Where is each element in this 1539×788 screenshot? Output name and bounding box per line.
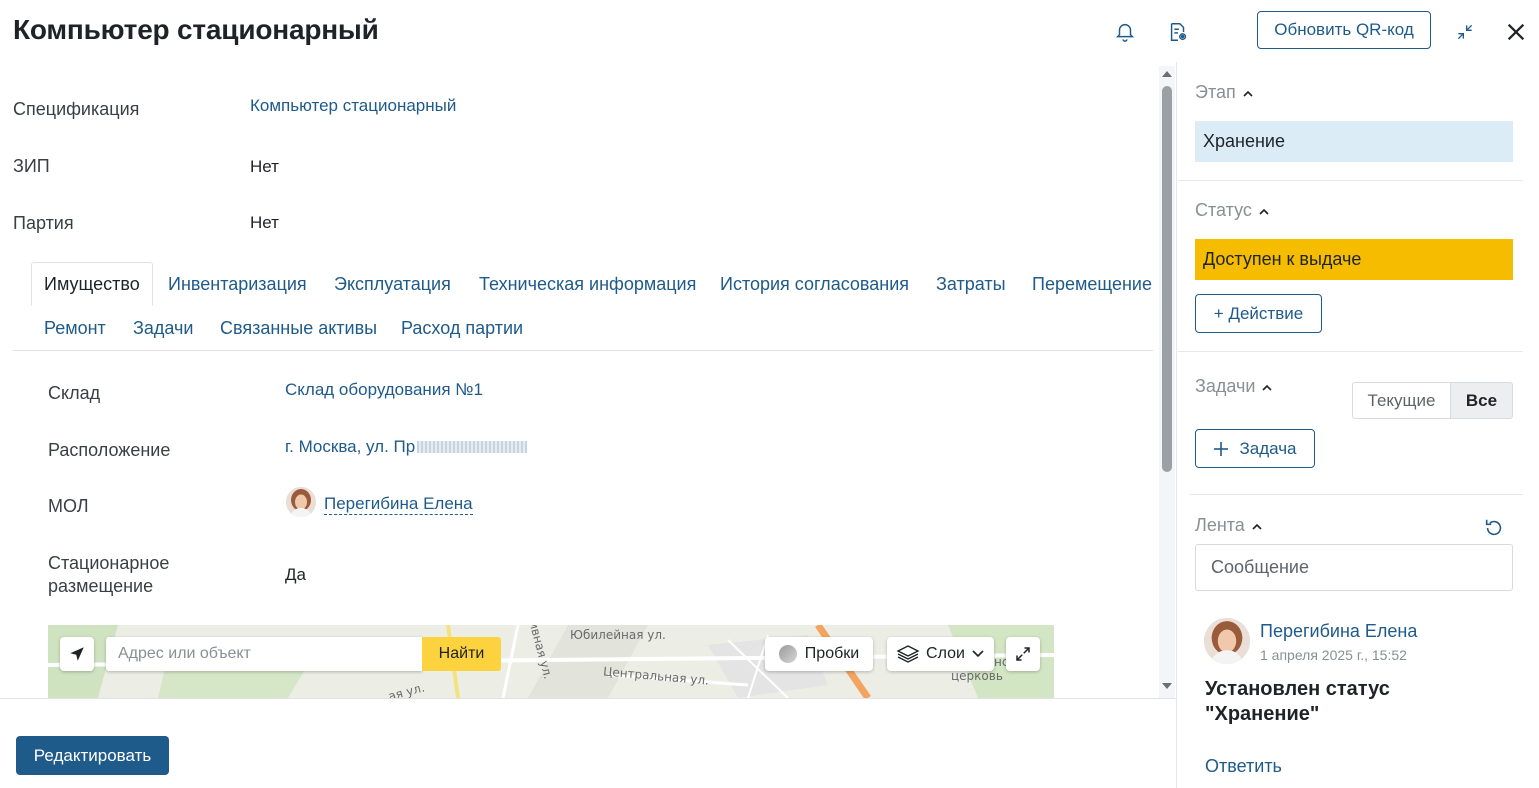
- collapse-icon[interactable]: [1453, 20, 1477, 44]
- redacted-text: [417, 441, 528, 453]
- expand-icon: [1016, 647, 1030, 661]
- avatar: [1204, 618, 1250, 664]
- feed-post-text: Установлен статус "Хранение": [1205, 678, 1390, 725]
- update-qr-button[interactable]: Обновить QR-код: [1257, 11, 1431, 49]
- location-value[interactable]: г. Москва, ул. Пр: [285, 437, 528, 457]
- layers-icon: [896, 645, 920, 663]
- close-icon[interactable]: [1504, 20, 1528, 44]
- feed-section-toggle[interactable]: Лента: [1195, 515, 1263, 536]
- footer-divider: [0, 698, 1176, 699]
- scroll-up-arrow[interactable]: [1160, 68, 1174, 80]
- tab-repair[interactable]: Ремонт: [44, 318, 106, 339]
- fullscreen-button[interactable]: [1006, 637, 1040, 671]
- scrollbar-thumb[interactable]: [1162, 86, 1172, 472]
- feed-author-link[interactable]: Перегибина Елена: [1260, 621, 1417, 642]
- location-label: Расположение: [48, 440, 171, 460]
- batch-value: Нет: [250, 213, 279, 232]
- status-badge: Доступен к выдаче: [1195, 239, 1513, 280]
- chevron-up-icon: [1243, 90, 1253, 97]
- layers-button[interactable]: Слои: [887, 637, 994, 671]
- status-section-toggle[interactable]: Статус: [1195, 200, 1270, 221]
- separator: [1178, 180, 1523, 181]
- chevron-up-icon: [1259, 208, 1269, 215]
- add-task-button[interactable]: Задача: [1195, 429, 1315, 468]
- refresh-icon[interactable]: [1482, 516, 1506, 540]
- tab-approval-history[interactable]: История согласования: [720, 274, 909, 295]
- tabs-divider: [13, 350, 1153, 351]
- zip-value: Нет: [250, 157, 279, 176]
- mol-user-link[interactable]: Перегибина Елена: [324, 494, 473, 515]
- stage-section-toggle[interactable]: Этап: [1195, 82, 1254, 103]
- separator: [1178, 351, 1523, 352]
- map-search-input[interactable]: [106, 637, 422, 671]
- scroll-down-arrow[interactable]: [1160, 680, 1174, 692]
- navigation-arrow-icon: [70, 647, 84, 661]
- warehouse-link[interactable]: Склад оборудования №1: [285, 380, 483, 400]
- tab-movement[interactable]: Перемещение: [1032, 274, 1152, 295]
- geolocation-button[interactable]: [60, 637, 94, 671]
- tasks-filter-current[interactable]: Текущие: [1352, 382, 1451, 419]
- tab-costs[interactable]: Затраты: [936, 274, 1006, 295]
- message-input[interactable]: [1195, 544, 1513, 591]
- add-action-button[interactable]: + Действие: [1195, 294, 1322, 333]
- feed-post-date: 1 апреля 2025 г., 15:52: [1260, 647, 1407, 663]
- bell-icon[interactable]: [1113, 20, 1137, 44]
- map[interactable]: Юбилейная ул. Центральная ул. ивная ул. …: [48, 625, 1054, 698]
- sidebar-divider: [1176, 62, 1177, 788]
- tab-property[interactable]: Имущество: [31, 262, 153, 306]
- chevron-down-icon: [972, 650, 984, 658]
- edit-button[interactable]: Редактировать: [16, 736, 169, 775]
- document-settings-icon[interactable]: [1166, 20, 1190, 44]
- tasks-filter-all[interactable]: Все: [1450, 382, 1513, 419]
- tab-operation[interactable]: Эксплуатация: [334, 274, 451, 295]
- separator: [1190, 494, 1523, 495]
- warehouse-label: Склад: [48, 383, 101, 403]
- tab-tasks[interactable]: Задачи: [133, 318, 193, 339]
- zip-label: ЗИП: [13, 156, 50, 176]
- stationary-label: Стационарное размещение: [48, 553, 170, 596]
- mol-label: МОЛ: [48, 496, 89, 516]
- batch-label: Партия: [13, 213, 74, 233]
- tasks-section-toggle[interactable]: Задачи: [1195, 376, 1273, 397]
- page-title: Компьютер стационарный: [13, 14, 379, 45]
- spec-link[interactable]: Компьютер стационарный: [250, 96, 456, 116]
- avatar: [286, 487, 316, 517]
- map-find-button[interactable]: Найти: [422, 637, 501, 671]
- spec-label: Спецификация: [13, 99, 140, 119]
- traffic-icon: [778, 645, 797, 663]
- traffic-button[interactable]: Пробки: [765, 637, 873, 671]
- stage-value: Хранение: [1195, 121, 1513, 162]
- tab-technical-info[interactable]: Техническая информация: [479, 274, 696, 295]
- chevron-up-icon: [1252, 523, 1262, 530]
- tab-related-assets[interactable]: Связанные активы: [220, 318, 377, 339]
- chevron-up-icon: [1262, 384, 1273, 391]
- tab-inventory[interactable]: Инвентаризация: [168, 274, 307, 295]
- plus-icon: [1214, 441, 1229, 456]
- tab-batch-consumption[interactable]: Расход партии: [401, 318, 523, 339]
- stationary-value: Да: [285, 565, 306, 584]
- reply-link[interactable]: Ответить: [1205, 756, 1282, 777]
